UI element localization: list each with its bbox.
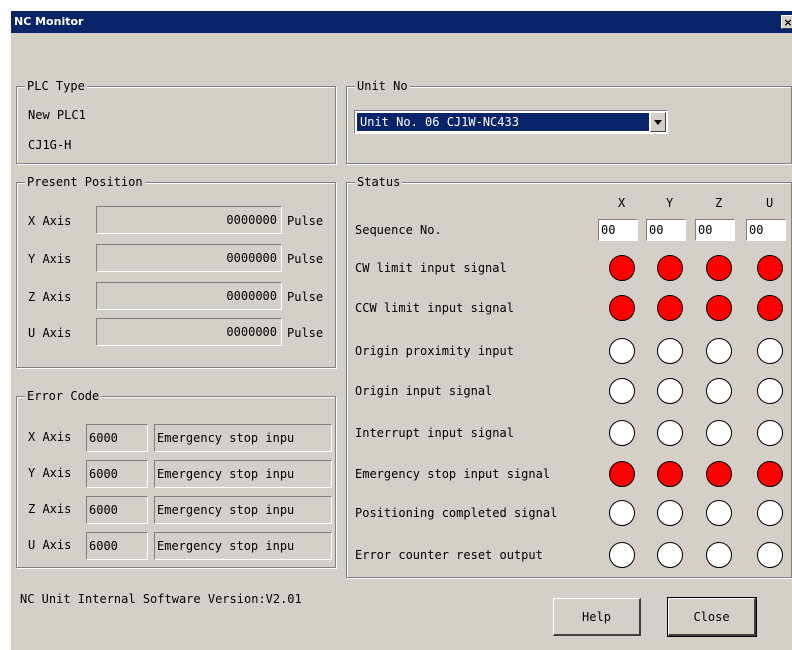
position-axis-label: Z Axis — [28, 290, 72, 304]
signal-indicator — [706, 295, 732, 321]
status-legend: Status — [355, 175, 403, 189]
signal-label: CCW limit input signal — [355, 301, 514, 315]
signal-indicator — [757, 338, 783, 364]
signal-indicator — [757, 295, 783, 321]
position-value-field: 0000000 — [96, 206, 282, 234]
error-message-field: Emergency stop inpu — [154, 496, 332, 524]
position-unit-label: Pulse — [287, 252, 324, 266]
close-button[interactable]: Close — [667, 597, 757, 637]
signal-indicator — [706, 542, 732, 568]
axis-column-header: X — [618, 196, 626, 210]
signal-indicator — [657, 378, 683, 404]
signal-indicator — [657, 500, 683, 526]
error-message-field: Emergency stop inpu — [154, 460, 332, 488]
signal-indicator — [757, 378, 783, 404]
position-axis-label: X Axis — [28, 214, 72, 228]
error-message-field: Emergency stop inpu — [154, 424, 332, 452]
plc-type-group: PLC Type — [16, 79, 336, 164]
plc-model: CJ1G-H — [28, 138, 72, 152]
sequence-no-field: 00 — [646, 219, 686, 241]
signal-indicator — [757, 461, 783, 487]
signal-indicator — [757, 420, 783, 446]
position-axis-label: Y Axis — [28, 252, 72, 266]
plc-name: New PLC1 — [28, 108, 86, 122]
signal-indicator — [706, 420, 732, 446]
plc-type-legend: PLC Type — [25, 79, 87, 93]
software-version: NC Unit Internal Software Version:V2.01 — [20, 592, 302, 606]
chevron-down-icon[interactable] — [650, 112, 666, 132]
unit-no-selected: Unit No. 06 CJ1W-NC433 — [357, 113, 649, 131]
error-axis-label: U Axis — [28, 538, 72, 552]
signal-label: Origin input signal — [355, 384, 493, 398]
signal-label: Emergency stop input signal — [355, 467, 551, 481]
signal-indicator — [657, 420, 683, 446]
signal-indicator — [706, 338, 732, 364]
error-axis-label: Z Axis — [28, 502, 72, 516]
error-axis-label: X Axis — [28, 430, 72, 444]
sequence-no-label: Sequence No. — [355, 223, 442, 237]
signal-indicator — [609, 295, 635, 321]
present-position-legend: Present Position — [25, 175, 145, 189]
signal-indicator — [657, 295, 683, 321]
signal-indicator — [609, 542, 635, 568]
signal-indicator — [757, 500, 783, 526]
error-code-field: 6000 — [86, 424, 148, 452]
sequence-no-field: 00 — [695, 219, 735, 241]
signal-label: CW limit input signal — [355, 261, 507, 275]
help-button[interactable]: Help — [553, 598, 641, 636]
position-value-field: 0000000 — [96, 318, 282, 346]
unit-no-legend: Unit No — [355, 79, 410, 93]
signal-indicator — [657, 461, 683, 487]
signal-indicator — [706, 500, 732, 526]
position-value-field: 0000000 — [96, 244, 282, 272]
title-bar[interactable]: NC Monitor × — [11, 11, 792, 33]
signal-label: Origin proximity input — [355, 344, 514, 358]
unit-no-dropdown[interactable]: Unit No. 06 CJ1W-NC433 — [354, 110, 668, 134]
sequence-no-field: 00 — [746, 219, 786, 241]
position-axis-label: U Axis — [28, 326, 72, 340]
signal-indicator — [609, 378, 635, 404]
signal-label: Positioning completed signal — [355, 506, 558, 520]
position-unit-label: Pulse — [287, 214, 324, 228]
signal-indicator — [609, 500, 635, 526]
signal-indicator — [757, 255, 783, 281]
axis-column-header: Z — [715, 196, 723, 210]
signal-indicator — [706, 255, 732, 281]
axis-column-header: U — [766, 196, 774, 210]
position-unit-label: Pulse — [287, 290, 324, 304]
signal-indicator — [609, 461, 635, 487]
position-value-field: 0000000 — [96, 282, 282, 310]
signal-indicator — [657, 255, 683, 281]
signal-indicator — [609, 338, 635, 364]
error-code-field: 6000 — [86, 532, 148, 560]
position-unit-label: Pulse — [287, 326, 324, 340]
axis-column-header: Y — [666, 196, 674, 210]
signal-label: Interrupt input signal — [355, 426, 514, 440]
signal-indicator — [657, 542, 683, 568]
sequence-no-field: 00 — [598, 219, 638, 241]
error-message-field: Emergency stop inpu — [154, 532, 332, 560]
error-code-field: 6000 — [86, 496, 148, 524]
close-icon[interactable]: × — [781, 15, 792, 29]
signal-indicator — [609, 420, 635, 446]
signal-indicator — [757, 542, 783, 568]
signal-indicator — [609, 255, 635, 281]
signal-indicator — [706, 461, 732, 487]
signal-indicator — [657, 338, 683, 364]
error-code-field: 6000 — [86, 460, 148, 488]
signal-indicator — [706, 378, 732, 404]
error-code-legend: Error Code — [25, 389, 102, 403]
signal-label: Error counter reset output — [355, 548, 543, 562]
error-axis-label: Y Axis — [28, 466, 72, 480]
window-title: NC Monitor — [14, 15, 84, 28]
